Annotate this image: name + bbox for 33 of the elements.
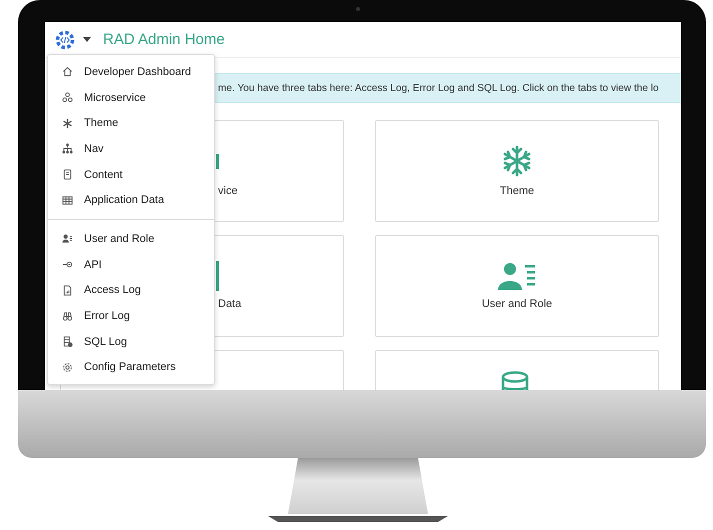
menu-item[interactable]: Access Log	[48, 278, 214, 304]
snowflake-icon	[62, 118, 73, 129]
menu-item[interactable]: API	[48, 252, 214, 278]
menu-item[interactable]: Developer Dashboard	[48, 59, 214, 85]
menu-item[interactable]: Microservice	[48, 84, 214, 110]
file-chart-icon	[62, 284, 73, 296]
menu-item[interactable]: User and Role	[48, 226, 214, 252]
gear-code-icon[interactable]	[55, 30, 75, 50]
menu-item[interactable]: Config Parameters	[48, 354, 214, 380]
binoculars-icon	[62, 310, 73, 322]
gear-icon	[62, 362, 73, 373]
snowflake-icon	[501, 145, 533, 177]
card-label: Data	[218, 298, 242, 310]
info-text: me. You have three tabs here: Access Log, Error Log and SQL Log. Click on the tabs to view the lo	[218, 82, 659, 94]
house-icon	[62, 66, 73, 78]
document-icon	[62, 169, 73, 180]
menu-item[interactable]: Error Log	[48, 303, 214, 329]
database-file-icon	[62, 336, 73, 348]
card-label: Theme	[500, 185, 534, 197]
sitemap-icon	[62, 143, 73, 154]
menu-item[interactable]: Content	[48, 162, 214, 188]
cluster-icon	[62, 92, 73, 104]
menu-item[interactable]: Nav	[48, 136, 214, 162]
caret-icon[interactable]	[83, 36, 91, 42]
camera-dot	[356, 7, 360, 11]
user-list-icon	[498, 262, 536, 290]
menu-item[interactable]: SQL Log	[48, 328, 214, 355]
menu-item[interactable]: Theme	[48, 110, 214, 136]
card-label: vice	[218, 185, 238, 197]
table-icon	[62, 194, 73, 206]
menu-item[interactable]: Application Data	[48, 187, 214, 214]
card-label: User and Role	[482, 298, 552, 310]
user-list-icon	[62, 233, 73, 244]
